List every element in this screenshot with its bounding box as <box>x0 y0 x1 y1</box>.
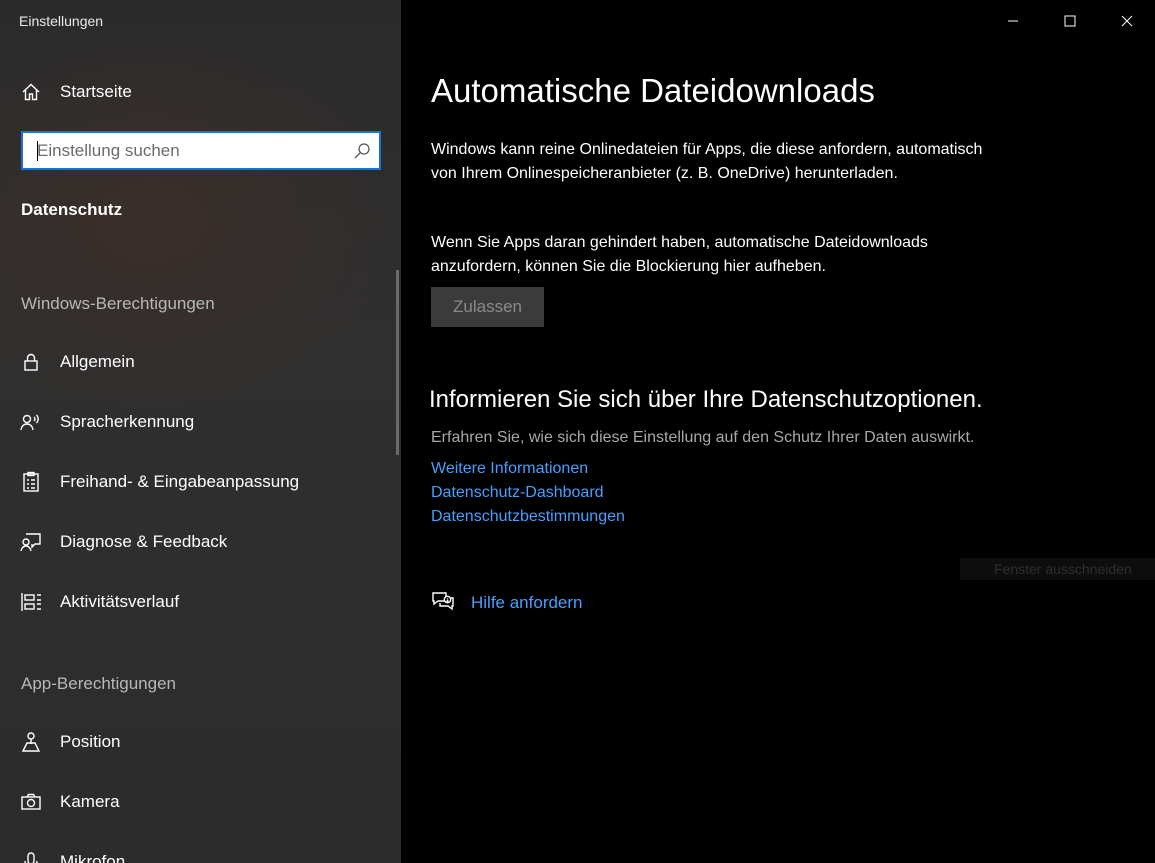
sidebar-item-label: Freihand- & Eingabeanpassung <box>60 472 300 491</box>
close-icon <box>1121 15 1132 27</box>
sidebar-item-spracherkennung[interactable]: Spracherkennung <box>0 400 401 444</box>
sidebar-item-label: Allgemein <box>60 352 135 371</box>
sidebar-item-freihand[interactable]: Freihand- & Eingabeanpassung <box>0 460 401 504</box>
window-controls <box>984 0 1155 42</box>
sidebar-item-kamera[interactable]: Kamera <box>0 780 401 824</box>
privacy-description: Erfahren Sie, wie sich diese Einstellung… <box>431 429 975 446</box>
link-privacy-dashboard[interactable]: Datenschutz-Dashboard <box>431 484 604 502</box>
sidebar-item-aktivitaetsverlauf[interactable]: Aktivitätsverlauf <box>0 580 401 624</box>
sidebar-item-label: Spracherkennung <box>60 412 195 431</box>
allow-button[interactable]: Zulassen <box>431 287 544 327</box>
text-caret <box>37 141 38 161</box>
help-label: Hilfe anfordern <box>471 593 583 612</box>
feedback-icon <box>20 531 42 553</box>
sidebar-item-label: Startseite <box>60 82 132 101</box>
help-chat-icon <box>431 590 455 617</box>
camera-icon <box>20 791 42 813</box>
window-title: Einstellungen <box>19 13 104 29</box>
unblock-text: Wenn Sie Apps daran gehindert haben, aut… <box>431 234 928 275</box>
search-input[interactable] <box>37 140 347 161</box>
speech-icon <box>20 411 42 433</box>
privacy-heading: Informieren Sie sich über Ihre Datenschu… <box>429 386 983 413</box>
section-title: Datenschutz <box>21 200 123 219</box>
microphone-icon <box>20 851 42 863</box>
sidebar-item-label: Kamera <box>60 792 120 811</box>
search-field[interactable] <box>21 131 381 170</box>
sidebar-item-mikrofon[interactable]: Mikrofon <box>0 840 401 863</box>
sidebar-item-label: Aktivitätsverlauf <box>60 592 180 611</box>
lock-icon <box>20 351 42 373</box>
maximize-icon <box>1064 15 1075 27</box>
location-icon <box>20 731 42 753</box>
page-title: Automatische Dateidownloads <box>431 72 875 109</box>
group-label-windows: Windows-Berechtigungen <box>21 294 215 313</box>
sidebar-item-home[interactable]: Startseite <box>0 70 401 114</box>
sidebar-item-position[interactable]: Position <box>0 720 401 764</box>
sidebar-item-allgemein[interactable]: Allgemein <box>0 340 401 384</box>
sidebar-item-diagnose[interactable]: Diagnose & Feedback <box>0 520 401 564</box>
search-icon[interactable] <box>353 142 371 160</box>
snip-overlay: Fenster ausschneiden <box>960 558 1155 580</box>
description-text: Windows kann reine Onlinedateien für App… <box>431 141 983 182</box>
link-privacy-statement[interactable]: Datenschutzbestimmungen <box>431 508 625 526</box>
clipboard-icon <box>20 471 42 493</box>
group-label-app: App-Berechtigungen <box>21 674 177 693</box>
timeline-icon <box>20 591 42 613</box>
sidebar-item-label: Mikrofon <box>60 852 126 863</box>
minimize-button[interactable] <box>984 0 1041 42</box>
link-more-info[interactable]: Weitere Informationen <box>431 460 588 478</box>
scrollbar[interactable] <box>396 270 399 455</box>
sidebar-item-label: Position <box>60 732 121 751</box>
close-button[interactable] <box>1098 0 1155 42</box>
sidebar-item-label: Diagnose & Feedback <box>60 532 228 551</box>
home-icon <box>20 81 42 103</box>
maximize-button[interactable] <box>1041 0 1098 42</box>
main-content: Automatische Dateidownloads Windows kann… <box>401 0 1155 863</box>
sidebar: Einstellungen Startseite Datenschutz Win… <box>0 0 401 863</box>
minimize-icon <box>1007 20 1018 22</box>
